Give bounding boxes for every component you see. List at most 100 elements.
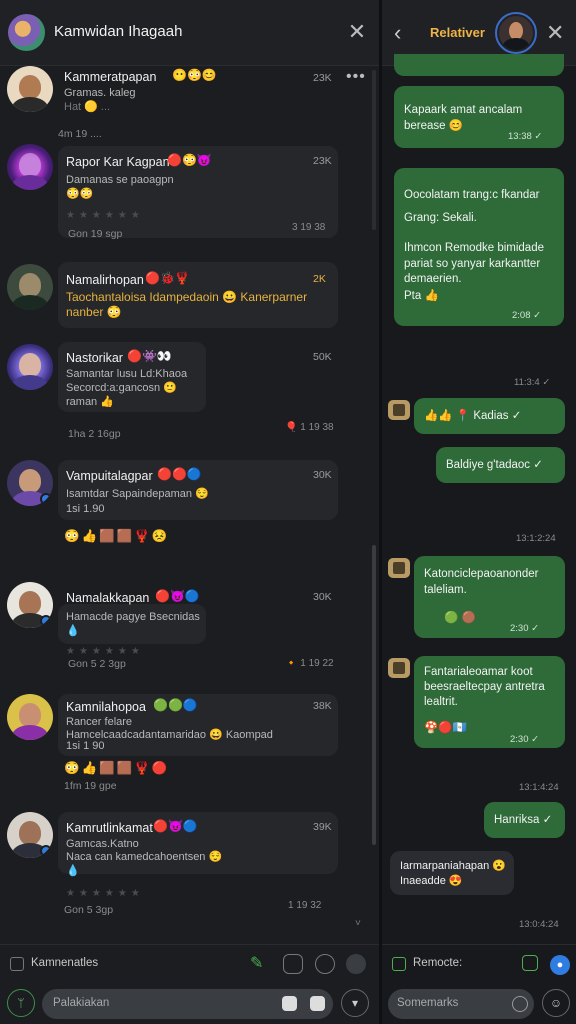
avatar[interactable] <box>7 264 53 310</box>
comment-text: Secorcd:a:gancosn 🙂 <box>66 382 177 394</box>
mic-icon[interactable] <box>346 954 366 974</box>
send-icon[interactable]: ▾ <box>341 989 369 1017</box>
message-text: Grang: Sekali. <box>404 212 477 224</box>
pencil-icon[interactable]: ✎ <box>250 953 263 973</box>
comment-text: Hamacde pagye Bsecnidas <box>66 611 200 623</box>
verified-badge-icon <box>40 615 52 627</box>
avatar[interactable] <box>7 460 53 506</box>
reaction-row[interactable]: 😳👍🟫🟫🦞😣 <box>64 529 169 544</box>
sticker-icon[interactable] <box>315 954 335 974</box>
comment-time: 3 19 38 <box>292 222 326 233</box>
comment-author[interactable]: Kamrutlinkamat <box>66 821 153 835</box>
gif-icon[interactable] <box>310 996 325 1011</box>
author-emoji: 🔴😈🔵 <box>155 589 200 603</box>
like-count: 2K <box>313 273 326 285</box>
more-options-icon[interactable]: ••• <box>346 68 366 86</box>
message-bubble[interactable]: Katonciclepaoanonder taleliam. 🟢 🟤 2:30 … <box>414 556 565 638</box>
comment-text: Hat 🟡 ... <box>64 101 111 113</box>
message-bubble[interactable]: Baldiye g'tadaoc ✓ <box>436 447 565 483</box>
chat-title[interactable]: Relativer <box>430 25 485 40</box>
avatar[interactable] <box>7 582 53 628</box>
reaction-row[interactable]: 😳👍🟫🟫🦞🔴 <box>64 761 169 776</box>
message-bubble[interactable]: Kapaark amat ancalam berease 😊 13:38 ✓ <box>394 86 564 148</box>
comment-text: Damanas se paoagpn <box>66 174 174 186</box>
day-label: 13:1:2:24 <box>516 533 556 544</box>
comment-author[interactable]: Kammeratpapan <box>64 70 156 84</box>
comment-author[interactable]: Namalirhopan <box>66 273 144 287</box>
attach-icon[interactable] <box>283 954 303 974</box>
comment-toolbar: Kamnenatles ✎ <box>0 944 379 982</box>
comment-input[interactable]: Palakiakan <box>42 989 333 1019</box>
author-emoji: 🔴👾👀 <box>127 349 172 363</box>
sender-avatar[interactable] <box>388 558 410 578</box>
message-bubble[interactable]: Hanriksa ✓ <box>484 802 565 838</box>
comment-item[interactable]: Rapor Kar Kagpan 🔴😳😈 Damanas se paoagpn … <box>0 144 379 240</box>
avatar[interactable] <box>7 344 53 390</box>
comment-item[interactable]: Nastorikar 🔴👾👀 Samantar lusu Ld:Khaoa Se… <box>0 342 379 442</box>
chat-bubble-icon[interactable] <box>392 957 406 971</box>
comment-meta: Gon 5 3gp <box>64 904 114 916</box>
message-input[interactable]: Somemarks <box>388 989 534 1019</box>
comments-icon[interactable] <box>10 957 24 971</box>
comment-item[interactable]: Kamnilahopoa 🟢🟢🔵 Rancer felare Hamcelcaa… <box>0 694 379 798</box>
comment-item[interactable]: Vampuitalagpar 🔴🔴🔵 Isamtdar Sapaindepama… <box>0 460 379 556</box>
message-text: taleliam. <box>424 584 467 596</box>
message-text: Hanriksa ✓ <box>494 814 553 826</box>
back-arrow-icon[interactable]: ‹ <box>394 20 401 46</box>
info-icon[interactable]: ● <box>550 955 570 975</box>
sender-avatar[interactable] <box>388 658 410 678</box>
like-count: 23K <box>313 72 332 84</box>
message-reactions[interactable]: 🍄🔴🇬🇹 <box>424 721 467 736</box>
verified-badge-icon <box>40 493 52 505</box>
message-reactions[interactable]: 🟢 🟤 <box>444 611 476 626</box>
comment-item[interactable]: Kammeratpapan 😶😳😊 Gramas. kaleg Hat 🟡 ..… <box>0 66 379 140</box>
comment-item[interactable]: Kamrutlinkamat 🔴😈🔵 Gamcas.Katno Naca can… <box>0 812 379 916</box>
clock-icon[interactable] <box>512 996 528 1012</box>
emoji-icon[interactable] <box>282 996 297 1011</box>
scrollbar-thumb[interactable] <box>372 545 376 845</box>
message-bubble[interactable]: Oocolatam trang:c fkandar Grang: Sekali.… <box>394 168 564 326</box>
emoji-icon[interactable]: ☺ <box>542 989 570 1017</box>
comment-item[interactable]: Namalirhopan 🔴🐞🦞 Taochantaloisa Idampeda… <box>0 262 379 332</box>
scrollbar-track[interactable] <box>372 70 376 230</box>
panel-title: Kamwidan Ihagaah <box>54 23 183 40</box>
comment-composer-bar: ᛘ Palakiakan ▾ <box>0 982 379 1024</box>
incoming-message-bubble[interactable]: Iarmarpaniahapan 😮 Inaeadde 😍 <box>390 851 514 895</box>
avatar[interactable] <box>7 694 53 740</box>
message-text: demaerien. <box>404 273 462 285</box>
close-icon[interactable]: ✕ <box>344 20 370 46</box>
message-text: Baldiye g'tadaoc ✓ <box>446 459 543 471</box>
close-icon[interactable]: ✕ <box>546 20 564 46</box>
message-time: 2:30 ✓ <box>510 623 540 634</box>
comment-author[interactable]: Nastorikar <box>66 351 123 365</box>
comment-meta: 4m 19 .... <box>58 128 102 140</box>
comment-author[interactable]: Kamnilahopoa <box>66 700 146 714</box>
comment-text: Rancer felare <box>66 716 133 728</box>
comment-time: 🎈 1 19 38 <box>285 422 334 433</box>
comment-text: Naca can kamedcahoentsen 😌 <box>66 851 223 863</box>
comment-meta: Gon 19 sgp <box>68 228 123 240</box>
chevron-down-icon[interactable]: ˅ <box>355 918 361 929</box>
message-bubble[interactable]: 👍👍 📍 Kadias ✓ <box>414 398 565 434</box>
comment-text: 💧 <box>66 625 80 637</box>
contact-avatar[interactable] <box>499 16 533 50</box>
comment-author[interactable]: Namalakkapan <box>66 591 149 605</box>
comment-item[interactable]: Namalakkapan 🔴😈🔵 Hamacde pagye Bsecnidas… <box>0 582 379 678</box>
message-text: Inaeadde 😍 <box>400 875 463 887</box>
expand-icon[interactable] <box>522 955 538 971</box>
comment-author[interactable]: Vampuitalagpar <box>66 469 153 483</box>
channel-avatar[interactable] <box>8 14 45 51</box>
chat-panel: ‹ Relativer ✕ Kapaark amat ancalam berea… <box>382 0 576 1024</box>
star-rating: ★★★★★★ <box>66 888 144 899</box>
sender-avatar[interactable] <box>388 400 410 420</box>
avatar[interactable] <box>7 144 53 190</box>
message-text: lealtrit. <box>424 696 458 708</box>
message-bubble[interactable]: Fantarialeoamar koot beesraeltecpay antr… <box>414 656 565 748</box>
avatar[interactable] <box>7 812 53 858</box>
comment-author[interactable]: Rapor Kar Kagpan <box>66 155 170 169</box>
avatar[interactable] <box>7 66 53 112</box>
author-emoji: 🔴😳😈 <box>167 153 212 167</box>
star-rating: ★★★★★★ <box>66 210 144 221</box>
message-text: Katonciclepaoanonder <box>424 568 539 580</box>
user-icon[interactable]: ᛘ <box>7 989 35 1017</box>
